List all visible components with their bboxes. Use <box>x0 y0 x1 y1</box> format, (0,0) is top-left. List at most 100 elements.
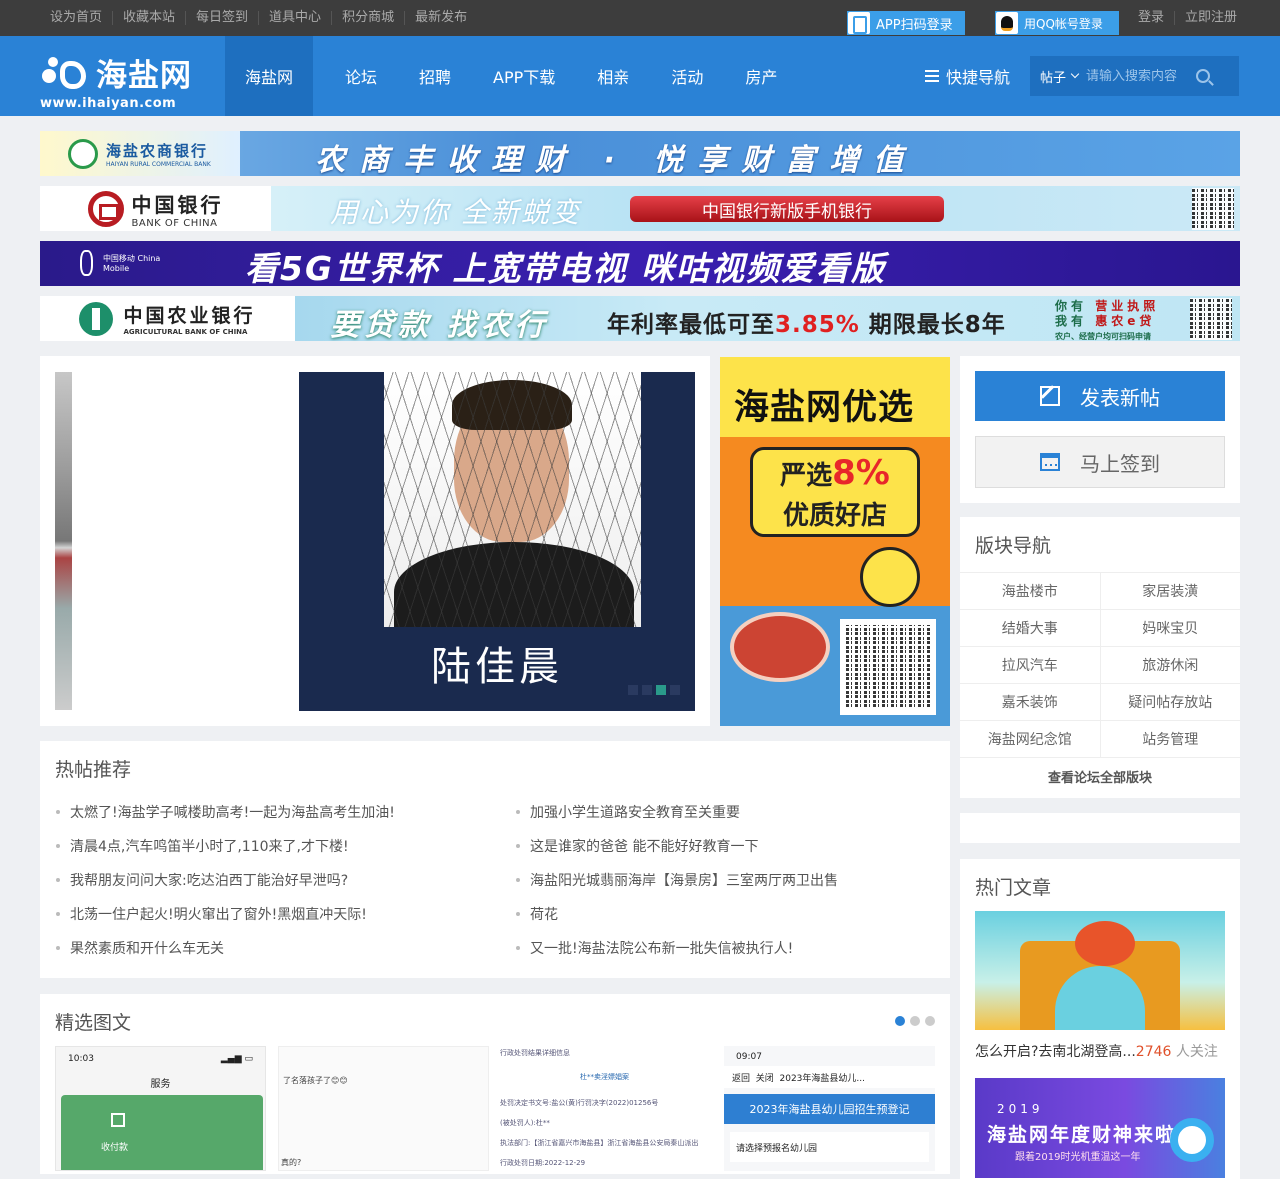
nav-item-app[interactable]: APP下载 <box>473 36 575 116</box>
board-link[interactable]: 站务管理 <box>1101 721 1241 757</box>
login-link[interactable]: 登录 <box>1128 11 1174 25</box>
photo-slider: 陆佳晨 <box>40 356 710 726</box>
featured-thumb[interactable]: 了名落孩子了😊😊 真的? <box>278 1046 489 1171</box>
board-nav-title: 版块导航 <box>975 535 1052 557</box>
qq-login-button[interactable]: 用QQ帐号登录 <box>995 11 1119 35</box>
portrait-photo <box>384 372 641 627</box>
new-post-label: 发表新帖 <box>1080 385 1160 410</box>
view-all-boards-link[interactable]: 查看论坛全部版块 <box>960 758 1240 795</box>
hot-post-link[interactable]: 我帮朋友问问大家:吃达泊西丁能治好早泄吗? <box>55 870 348 890</box>
slide-image[interactable]: 陆佳晨 <box>299 372 695 711</box>
set-homepage-link[interactable]: 设为首页 <box>40 11 112 25</box>
carousel-dot[interactable] <box>910 1016 920 1026</box>
rural-bank-name: 海盐农商银行 <box>106 141 209 160</box>
hot-post-link[interactable]: 清晨4点,汽车鸣笛半小时了,110来了,才下楼! <box>56 836 349 856</box>
signal-icon: ▂▄▆ ▭ <box>220 1054 253 1064</box>
board-nav: 版块导航 海盐楼市 家居装潢 结婚大事 妈咪宝贝 拉风汽车 旅游休闲 嘉禾装饰 疑问帖存… <box>960 517 1240 798</box>
top-right-links: 登录 立即注册 <box>1128 0 1247 36</box>
board-link[interactable]: 海盐网纪念馆 <box>960 721 1101 757</box>
board-link[interactable]: 嘉禾装饰 <box>960 684 1101 720</box>
hot-article-image[interactable]: 2019 海盐网年度财神来啦! 跟着2019时光机重温这一年 <box>975 1078 1225 1178</box>
points-mall-link[interactable]: 积分商城 <box>331 11 404 25</box>
nav-item-jobs[interactable]: 招聘 <box>399 36 471 116</box>
side-ad-text: 严选8% 优质好店 <box>780 453 890 531</box>
nav-item-realestate[interactable]: 房产 <box>725 36 797 116</box>
banner-ad-5g-worldcup[interactable]: 中国移动 China Mobile 看5G世界杯 上宽带电视 咪咕视频爱看版 <box>40 241 1240 286</box>
boc-en: BANK OF CHINA <box>131 217 218 229</box>
abc-side-text: 你有 营业执照 我有 惠农e贷 农户、经营户均可扫码申请 <box>1055 299 1160 341</box>
nav-item-forum[interactable]: 论坛 <box>325 36 397 116</box>
featured-thumb[interactable]: 行政处罚结果详细信息 杜**卖淫嫖娼案 处罚决定书文号:盐公(黄)行罚决字(20… <box>500 1046 711 1171</box>
search-type-label: 帖子 <box>1040 70 1067 86</box>
hot-post-link[interactable]: 又一批!海盐法院公布新一批失信被执行人! <box>515 938 793 958</box>
slide-dot[interactable] <box>628 685 638 695</box>
steak-icon <box>730 612 830 682</box>
hot-posts-title: 热帖推荐 <box>55 759 132 781</box>
nav-item-events[interactable]: 活动 <box>651 36 723 116</box>
slide-dot-active[interactable] <box>656 685 666 695</box>
qr-code-icon <box>1192 188 1234 230</box>
hot-post-link[interactable]: 太燃了!海盐学子喊楼助高考!一起为海盐高考生加油! <box>56 802 395 822</box>
new-post-button[interactable]: 发表新帖 <box>975 371 1225 421</box>
hot-post-link[interactable]: 海盐阳光城翡丽海岸【海景房】三室两厅两卫出售 <box>516 870 838 890</box>
mascot-icon <box>860 547 920 607</box>
quick-nav-label: 快捷导航 <box>946 68 1011 87</box>
hot-post-link[interactable]: 北荡一住户起火!明火窜出了窗外!黑烟直冲天际! <box>56 904 367 924</box>
board-link[interactable]: 家居装潢 <box>1101 573 1241 609</box>
board-link[interactable]: 拉风汽车 <box>960 647 1101 683</box>
nav-item-dating[interactable]: 相亲 <box>577 36 649 116</box>
sign-in-label: 马上签到 <box>1080 451 1160 476</box>
latest-link[interactable]: 最新发布 <box>404 11 477 25</box>
slide-dots <box>628 685 680 695</box>
featured-thumb[interactable]: 09:07 返回 关闭 2023年海盐县幼儿... 2023年海盐县幼儿园招生预… <box>724 1046 935 1171</box>
rural-bank-en: HAIYAN RURAL COMMERCIAL BANK <box>106 160 211 168</box>
site-logo[interactable]: 海盐网 www.ihaiyan.com <box>40 50 192 111</box>
board-link[interactable]: 旅游休闲 <box>1101 647 1241 683</box>
hot-post-link[interactable]: 加强小学生道路安全教育至关重要 <box>516 802 740 822</box>
search-type-select[interactable]: 帖子 <box>1030 67 1086 86</box>
edit-icon <box>1040 386 1060 406</box>
board-link[interactable]: 海盐楼市 <box>960 573 1101 609</box>
bookmark-link[interactable]: 收藏本站 <box>112 11 185 25</box>
register-link[interactable]: 立即注册 <box>1174 11 1247 25</box>
board-link[interactable]: 妈咪宝贝 <box>1101 610 1241 646</box>
search-input[interactable] <box>1086 68 1191 84</box>
nav-item-haiyan[interactable]: 海盐网 <box>225 36 314 116</box>
featured-thumb[interactable]: 10:03 ▂▄▆ ▭ 服务 收付款 <box>55 1046 266 1171</box>
board-link[interactable]: 结婚大事 <box>960 610 1101 646</box>
carousel-dot[interactable] <box>925 1016 935 1026</box>
carousel-dot-active[interactable] <box>895 1016 905 1026</box>
hot-post-link[interactable]: 果然素质和开什么车无关 <box>56 938 224 958</box>
side-ad-haiyan-select[interactable]: 海盐网优选 严选8% 优质好店 <box>720 357 950 726</box>
search-icon[interactable] <box>1196 69 1211 83</box>
banner-ad-boc[interactable]: 中国银行 BANK OF CHINA 用心为你 全新蜕变 中国银行新版手机银行 <box>40 186 1240 231</box>
app-scan-login-button[interactable]: APP扫码登录 <box>847 11 965 35</box>
banner-ad-abc[interactable]: 中国农业银行 AGRICULTURAL BANK OF CHINA 要贷款 找农… <box>40 296 1240 341</box>
slide-prev-image[interactable] <box>55 372 72 710</box>
hot-article-caption[interactable]: 怎么开启?去南北湖登高...2746 人关注 <box>975 1041 1218 1061</box>
qr-code-icon <box>1190 298 1232 340</box>
daily-signin-link[interactable]: 每日签到 <box>185 11 258 25</box>
abc-name: 中国农业银行 <box>123 305 256 327</box>
qq-login-label: 用QQ帐号登录 <box>1024 16 1103 31</box>
hot-post-link[interactable]: 这是谁家的爸爸 能不能好好教育一下 <box>515 836 758 856</box>
app-scan-login-label: APP扫码登录 <box>876 17 953 33</box>
quick-nav-button[interactable]: 快捷导航 <box>925 36 1010 116</box>
abc-en: AGRICULTURAL BANK OF CHINA <box>123 328 248 336</box>
cmcc-logo: 中国移动 China Mobile <box>80 247 180 279</box>
slide-dot[interactable] <box>642 685 652 695</box>
board-link[interactable]: 疑问帖存放站 <box>1101 684 1241 720</box>
sign-in-button[interactable]: 马上签到 <box>975 436 1225 488</box>
hot-post-link[interactable]: 荷花 <box>516 904 558 924</box>
qq-icon <box>996 12 1018 34</box>
phone-icon <box>848 12 870 34</box>
action-box: 发表新帖 马上签到 <box>960 356 1240 503</box>
hot-posts: 热帖推荐 太燃了!海盐学子喊楼助高考!一起为海盐高考生加油! 清晨4点,汽车鸣笛… <box>40 741 950 978</box>
hot-article-image[interactable] <box>975 911 1225 1030</box>
banner-ad-rural-bank[interactable]: 海盐农商银行 HAIYAN RURAL COMMERCIAL BANK 农商丰收… <box>40 131 1240 176</box>
main-nav: 海盐网 论坛 招聘 APP下载 相亲 活动 房产 <box>225 36 799 116</box>
hot-articles: 热门文章 怎么开启?去南北湖登高...2746 人关注 2019 海盐网年度财神… <box>960 859 1240 1179</box>
boc-slogan: 用心为你 全新蜕变 <box>330 196 581 229</box>
slide-dot[interactable] <box>670 685 680 695</box>
props-center-link[interactable]: 道具中心 <box>258 11 331 25</box>
